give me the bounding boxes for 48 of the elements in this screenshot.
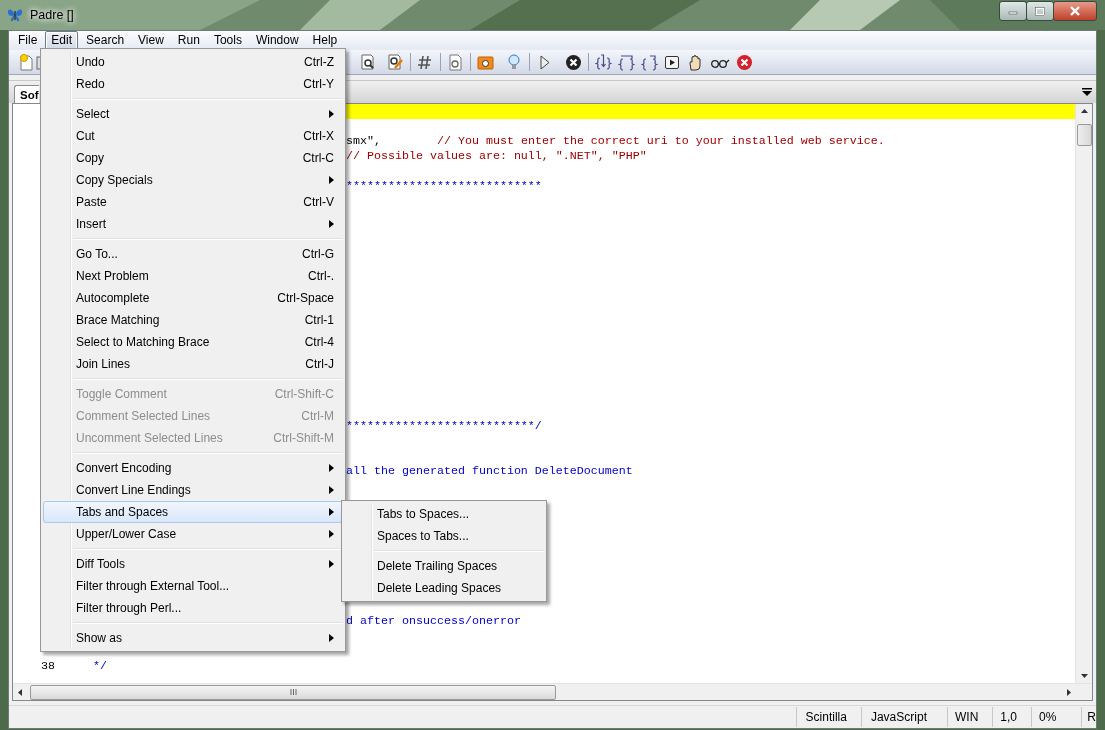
menu-item[interactable]: Convert Encoding bbox=[43, 457, 343, 479]
status-field: R bbox=[1081, 707, 1096, 727]
menu-item[interactable]: Insert bbox=[43, 213, 343, 235]
menu-item[interactable]: Convert Line Endings bbox=[43, 479, 343, 501]
menu-item[interactable]: Redo Ctrl-Y bbox=[43, 73, 343, 95]
code-line: **************************** bbox=[346, 179, 542, 194]
status-field: Scintilla bbox=[795, 707, 861, 727]
menu-item[interactable]: Filter through Perl... bbox=[43, 597, 343, 619]
code-line: */ bbox=[93, 659, 107, 674]
status-field: JavaScript bbox=[860, 707, 947, 727]
menu-bar-item[interactable]: View bbox=[132, 31, 170, 50]
menu-item[interactable]: Copy Ctrl-C bbox=[43, 147, 343, 169]
status-field: 1,0 bbox=[992, 707, 1031, 727]
menu-item[interactable]: Next Problem Ctrl-. bbox=[43, 265, 343, 287]
menu-bar-item[interactable]: Run bbox=[171, 31, 206, 50]
menu-item[interactable]: Go To... Ctrl-G bbox=[43, 243, 343, 265]
menu-bar-item[interactable]: Window bbox=[249, 31, 305, 50]
status-field: 0% bbox=[1031, 707, 1082, 727]
menu-item[interactable]: Filter through External Tool... bbox=[43, 575, 343, 597]
code-line: smx", // You must enter the correct uri to your installed web service. bbox=[346, 134, 885, 149]
menu-item[interactable]: Cut Ctrl-X bbox=[43, 125, 343, 147]
menu-item[interactable]: Brace Matching Ctrl-1 bbox=[43, 309, 343, 331]
menu-item[interactable]: Spaces to Tabs... bbox=[344, 525, 544, 547]
menu-item[interactable]: Tabs to Spaces... bbox=[344, 503, 544, 525]
menu-bar-item[interactable]: Help bbox=[306, 31, 344, 50]
line-number: 38 bbox=[40, 659, 55, 674]
menu-item[interactable]: Paste Ctrl-V bbox=[43, 191, 343, 213]
menu-item[interactable]: Delete Leading Spaces bbox=[344, 577, 544, 599]
code-line: ***************************/ bbox=[346, 419, 542, 434]
menu-item[interactable]: Select to Matching Brace Ctrl-4 bbox=[43, 331, 343, 353]
menu-item[interactable]: Upper/Lower Case bbox=[43, 523, 343, 545]
menu-item[interactable]: Delete Trailing Spaces bbox=[344, 555, 544, 577]
menu-item[interactable]: Diff Tools bbox=[43, 553, 343, 575]
editor-tab[interactable]: Sof bbox=[14, 85, 39, 103]
code-line: // Possible values are: null, ".NET", "PHP" bbox=[346, 149, 647, 164]
menu-item[interactable]: Select bbox=[43, 103, 343, 125]
menu-item[interactable]: Join Lines Ctrl-J bbox=[43, 353, 343, 375]
menu-item[interactable]: Autocomplete Ctrl-Space bbox=[43, 287, 343, 309]
code-line: all the generated function DeleteDocument bbox=[346, 464, 633, 479]
window-title: Padre [] bbox=[30, 8, 74, 22]
menu-bar-item[interactable]: File bbox=[12, 31, 44, 50]
code-line: d after onsuccess/onerror bbox=[346, 614, 521, 629]
menu-bar-item[interactable]: Tools bbox=[207, 31, 248, 50]
menu-item[interactable]: Copy Specials bbox=[43, 169, 343, 191]
menu-item[interactable]: Tabs and Spaces bbox=[43, 501, 343, 523]
menu-item[interactable]: Show as bbox=[43, 627, 343, 649]
menu-bar-item[interactable]: Search bbox=[80, 31, 131, 50]
status-field: WIN bbox=[946, 707, 993, 727]
